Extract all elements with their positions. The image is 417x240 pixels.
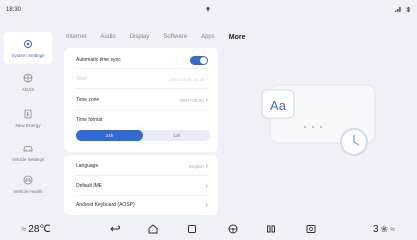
time-value: 2023-01-01 18:30 bbox=[168, 76, 205, 82]
sidebar-item-system-settings[interactable]: System Settings bbox=[4, 32, 52, 64]
temperature-pin-icon bbox=[205, 6, 211, 12]
media-icon bbox=[306, 225, 316, 233]
language-row[interactable]: Language English › bbox=[76, 160, 208, 172]
car-icon bbox=[23, 146, 33, 152]
time-format-segmented: 24h 12h bbox=[76, 130, 210, 141]
time-format-row: Time format bbox=[76, 114, 208, 126]
language-value: English bbox=[188, 163, 204, 169]
sidebar-item-new-energy[interactable]: New Energy bbox=[4, 102, 52, 134]
status-icons bbox=[395, 5, 411, 15]
steering-icon bbox=[228, 224, 238, 234]
chevron-right-icon: › bbox=[205, 182, 208, 190]
gear-icon bbox=[24, 40, 32, 48]
time-settings-card: Automatic time sync Time 2023-01-01 18:3… bbox=[64, 48, 218, 152]
sidebar-item-label: Vehicle Health bbox=[13, 189, 43, 194]
signal-icon bbox=[395, 6, 402, 14]
android-keyboard-label: Android Keyboard (AOSP) bbox=[76, 202, 135, 208]
language-illustration: Aa bbox=[250, 60, 390, 170]
battery-icon bbox=[24, 109, 32, 119]
tab-display[interactable]: Display bbox=[130, 34, 150, 40]
status-time: 18:30 bbox=[6, 7, 22, 13]
recent-apps-icon bbox=[188, 225, 196, 233]
chevron-right-icon: › bbox=[206, 76, 209, 82]
time-zone-row[interactable]: Time zone GMT+08:00 › bbox=[76, 94, 208, 106]
fan-icon: ≈ bbox=[21, 224, 27, 234]
right-fan-value: 3 bbox=[372, 223, 379, 235]
back-icon bbox=[110, 225, 120, 232]
bottom-navigation-bar: ≈ 28℃ 3 ❀ ≈ bbox=[0, 218, 417, 240]
home-button[interactable] bbox=[145, 221, 161, 237]
auto-time-sync-toggle[interactable] bbox=[190, 55, 208, 65]
tab-internet[interactable]: Internet bbox=[66, 34, 86, 40]
sidebar-item-vehicle-health[interactable]: Vehicle Health bbox=[4, 168, 52, 200]
left-temperature-value: 28℃ bbox=[28, 223, 51, 235]
time-format-24h[interactable]: 24h bbox=[76, 130, 143, 141]
sidebar-item-label: New Energy bbox=[15, 123, 41, 128]
time-format-12h[interactable]: 12h bbox=[143, 130, 210, 141]
auto-time-sync-row: Automatic time sync bbox=[76, 54, 208, 66]
back-button[interactable] bbox=[107, 221, 123, 237]
sidebar-item-adas[interactable]: ADAS bbox=[4, 66, 52, 98]
fan-wave-icon: ≈ bbox=[390, 224, 396, 234]
illustration-text: Aa bbox=[270, 98, 287, 113]
adas-icon bbox=[23, 73, 33, 83]
car-health-icon bbox=[23, 175, 33, 185]
android-keyboard-row[interactable]: Android Keyboard (AOSP) › bbox=[76, 199, 208, 211]
time-zone-value: GMT+08:00 bbox=[179, 97, 204, 103]
sidebar-item-label: System Settings bbox=[11, 53, 45, 58]
sidebar: System Settings ADAS New Energy Vehicle … bbox=[0, 22, 56, 205]
sidebar-item-label: Vehicle Settings bbox=[11, 157, 45, 162]
status-bar: 18:30 bbox=[0, 0, 417, 20]
media-button[interactable] bbox=[303, 221, 319, 237]
tab-more[interactable]: More bbox=[229, 34, 246, 41]
apps-grid-icon bbox=[267, 225, 275, 233]
divider bbox=[76, 175, 208, 176]
default-ime-label: Default IME bbox=[76, 183, 103, 189]
time-zone-label: Time zone bbox=[76, 97, 100, 103]
tab-software[interactable]: Software bbox=[163, 34, 187, 40]
left-temperature-control[interactable]: ≈ 28℃ bbox=[14, 221, 58, 237]
apps-grid-button[interactable] bbox=[263, 221, 279, 237]
default-ime-row[interactable]: Default IME › bbox=[76, 180, 208, 192]
time-format-label: Time format bbox=[76, 117, 103, 123]
divider bbox=[76, 195, 208, 196]
tab-audio[interactable]: Audio bbox=[100, 34, 115, 40]
tab-apps[interactable]: Apps bbox=[201, 34, 215, 40]
chevron-right-icon: › bbox=[205, 162, 208, 170]
chevron-right-icon: › bbox=[205, 201, 208, 209]
divider bbox=[76, 68, 208, 69]
right-fan-control[interactable]: 3 ❀ ≈ bbox=[362, 221, 406, 237]
home-icon bbox=[148, 224, 158, 234]
sidebar-item-label: ADAS bbox=[21, 87, 35, 92]
steering-button[interactable] bbox=[225, 221, 241, 237]
language-card: Language English › Default IME › Android… bbox=[64, 155, 218, 215]
fan-icon: ❀ bbox=[380, 223, 389, 234]
bluetooth-icon bbox=[406, 5, 411, 15]
sidebar-item-vehicle-settings[interactable]: Vehicle Settings bbox=[4, 136, 52, 168]
divider bbox=[76, 110, 208, 111]
time-label: Time bbox=[76, 76, 87, 82]
language-label: Language bbox=[76, 163, 99, 169]
auto-time-sync-label: Automatic time sync bbox=[76, 57, 121, 63]
chevron-right-icon: › bbox=[205, 96, 208, 104]
recent-apps-button[interactable] bbox=[184, 221, 200, 237]
settings-tabs: Internet Audio Display Software Apps Mor… bbox=[66, 30, 246, 44]
time-row: Time 2023-01-01 18:30 › bbox=[76, 73, 208, 85]
divider bbox=[76, 88, 208, 89]
